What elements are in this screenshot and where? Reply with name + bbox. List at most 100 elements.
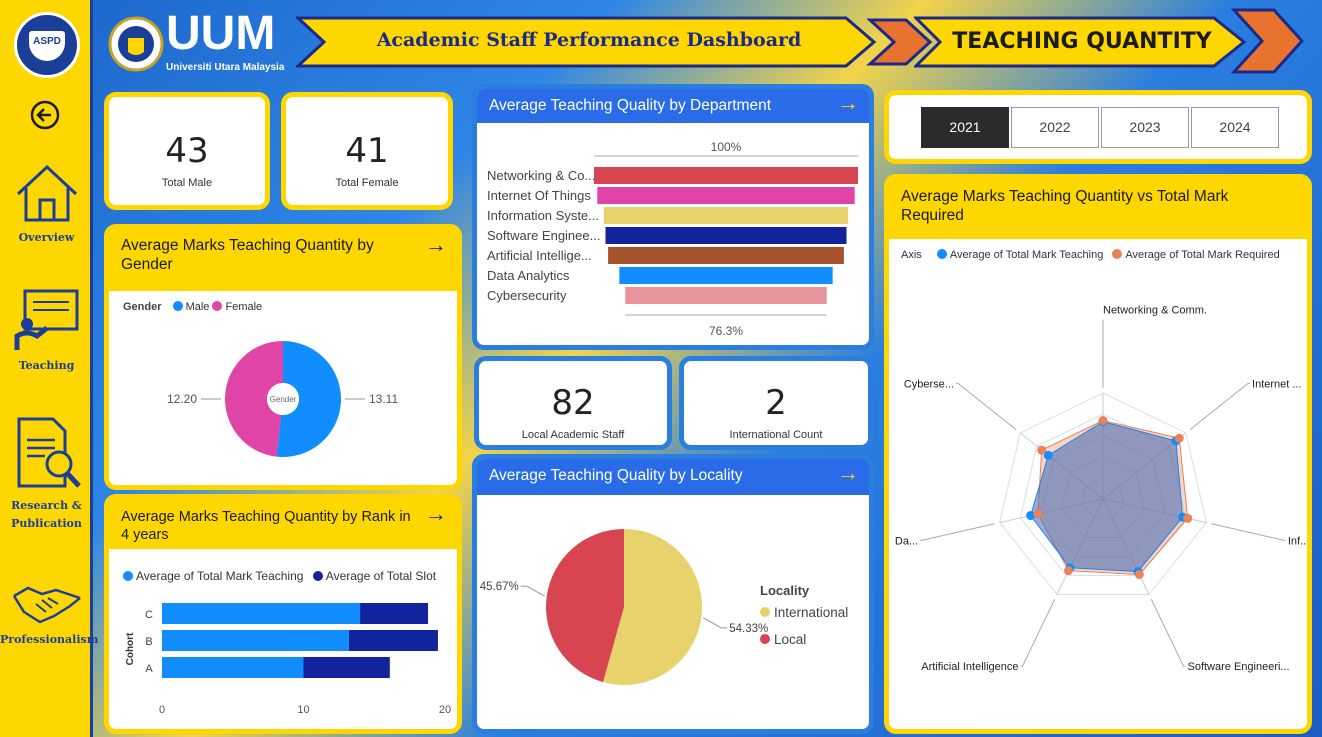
card-header: Average Marks Teaching Quantity by Gende… xyxy=(109,229,457,291)
axis-leader xyxy=(1150,599,1186,667)
card-header: Average Marks Teaching Quantity by Rank … xyxy=(109,499,457,549)
funnel-bar xyxy=(608,247,844,264)
arrow-right-icon[interactable]: → xyxy=(837,462,859,484)
radar-point xyxy=(1037,445,1047,455)
category-label: Cybersecurity xyxy=(487,288,567,303)
radar-point xyxy=(1174,433,1184,443)
category-label: Data Analytics xyxy=(487,268,570,283)
chevron-right-icon xyxy=(1230,8,1305,74)
category-label: Networking & Co... xyxy=(487,168,595,183)
chart-title: Average Marks Teaching Quantity by Rank … xyxy=(121,509,411,543)
category-label: A xyxy=(145,663,153,675)
funnel-bar xyxy=(597,187,855,204)
sidebar-item-research[interactable]: Research & Publication xyxy=(0,416,93,533)
card-header: Average Teaching Quality by Department → xyxy=(477,89,869,123)
radar-point xyxy=(1064,566,1074,576)
funnel-bar xyxy=(603,207,849,224)
sidebar-item-label: Professionalism xyxy=(0,633,99,646)
year-slicer-card: 2021 2022 2023 2024 xyxy=(884,90,1312,164)
card-header: Average Teaching Quality by Locality → xyxy=(477,459,869,495)
sidebar-item-label: Overview xyxy=(18,231,75,244)
page-title-banner: TEACHING QUANTITY xyxy=(914,14,1250,70)
gender-chart-card: Average Marks Teaching Quantity by Gende… xyxy=(104,224,462,490)
category-label: Software Enginee... xyxy=(487,228,600,243)
radar-chart: Networking & Comm. Internet ... Inf... Soft… xyxy=(895,305,1307,674)
gender-donut-chart: 13.11 12.20 Gender xyxy=(167,341,398,457)
uum-short-name: UUM xyxy=(166,7,276,60)
department-chart-card: Average Teaching Quality by Department →… xyxy=(472,84,874,350)
category-label: B xyxy=(145,636,152,648)
home-icon xyxy=(16,164,77,222)
kpi-total-male: 43 Total Male xyxy=(104,92,270,210)
chart-title: Average Marks Teaching Quantity by Gende… xyxy=(121,237,374,273)
bar-segment xyxy=(162,657,304,678)
sidebar-item-professionalism[interactable]: Professionalism xyxy=(0,582,99,649)
kpi-label: Total Female xyxy=(335,177,399,189)
axis-leader xyxy=(1020,599,1056,667)
kpi-label: Local Academic Staff xyxy=(521,429,625,441)
chart-title: Average Teaching Quality by Department xyxy=(489,97,772,114)
legend-dot xyxy=(172,301,183,311)
bar-segment xyxy=(162,630,349,651)
legend-dot xyxy=(1112,249,1123,259)
tick-label: 0 xyxy=(159,704,165,716)
year-slicer: 2021 2022 2023 2024 xyxy=(921,107,1281,148)
sidebar-item-teaching[interactable]: Teaching xyxy=(0,288,93,375)
axis-leader xyxy=(920,523,995,541)
year-button-2023[interactable]: 2023 xyxy=(1101,107,1189,148)
year-button-2024[interactable]: 2024 xyxy=(1191,107,1279,148)
rank-chart-card: Average Marks Teaching Quantity by Rank … xyxy=(104,494,462,734)
axis-label: Cyberse... xyxy=(904,378,954,390)
tick-label: 10 xyxy=(297,704,309,716)
radar-point xyxy=(1033,509,1043,519)
rank-bar-chart: C B A Cohort 0 10 20 xyxy=(125,603,451,716)
uum-logo: UUM Universiti Utara Malaysia xyxy=(108,7,290,76)
leader-line xyxy=(703,617,728,629)
card-header: Average Marks Teaching Quantity vs Total… xyxy=(889,179,1307,239)
document-search-icon xyxy=(17,417,81,488)
kpi-label: Total Male xyxy=(161,177,213,189)
sidebar-item-label: Research & xyxy=(11,499,82,512)
legend-dot xyxy=(312,571,323,581)
kpi-value: 41 xyxy=(345,131,389,171)
kpi-international-count: 2 International Count xyxy=(679,356,873,450)
rank-legend: Average of Total Mark Teaching Average o… xyxy=(123,569,436,583)
legend-dot xyxy=(760,634,770,644)
legend-entry: Average of Total Mark Teaching xyxy=(136,569,304,583)
legend-dot xyxy=(123,571,133,581)
category-label: Internet Of Things xyxy=(487,188,591,203)
data-label: 12.20 xyxy=(167,392,197,406)
axis-label: Internet ... xyxy=(1252,378,1302,390)
kpi-value: 82 xyxy=(551,383,595,423)
bar-segment xyxy=(303,657,390,678)
donut-center-label: Gender xyxy=(270,395,297,404)
kpi-local-staff: 82 Local Academic Staff xyxy=(474,356,672,450)
legend-dot xyxy=(212,301,223,311)
legend-entry: Average of Total Mark Required xyxy=(1125,249,1280,261)
axis-label: Software Engineeri... xyxy=(1187,661,1289,673)
year-button-2022[interactable]: 2022 xyxy=(1011,107,1099,148)
category-label: Information Syste... xyxy=(487,208,599,223)
leader-line xyxy=(520,585,545,597)
arrow-right-icon[interactable]: → xyxy=(425,503,447,525)
back-arrow-icon[interactable] xyxy=(29,99,61,131)
kpi-total-female: 41 Total Female xyxy=(281,92,453,210)
radar-point xyxy=(1098,416,1108,426)
dashboard-title-banner: Academic Staff Performance Dashboard xyxy=(296,14,882,70)
uum-full-name: Universiti Utara Malaysia xyxy=(166,62,285,73)
locality-pie-chart: 54.33% 45.67% Locality International Local xyxy=(480,529,848,685)
legend-dot xyxy=(936,249,947,259)
sidebar-item-overview[interactable]: Overview xyxy=(0,162,93,247)
year-button-2021[interactable]: 2021 xyxy=(921,107,1009,148)
data-label: 54.33% xyxy=(729,623,768,635)
axis-leader xyxy=(1189,382,1251,430)
kpi-value: 2 xyxy=(765,383,787,423)
axis-label: Cohort xyxy=(125,632,136,665)
arrow-right-icon[interactable]: → xyxy=(837,92,859,114)
axis-label: Artificial Intelligence xyxy=(921,661,1018,673)
department-funnel-chart: 100% Networking & Co... Internet Of Things… xyxy=(487,140,858,338)
arrow-right-icon[interactable]: → xyxy=(425,234,447,256)
radar-point xyxy=(1183,513,1193,523)
teacher-board-icon xyxy=(14,289,78,350)
locality-chart-card: Average Teaching Quality by Locality → 5… xyxy=(472,454,874,734)
